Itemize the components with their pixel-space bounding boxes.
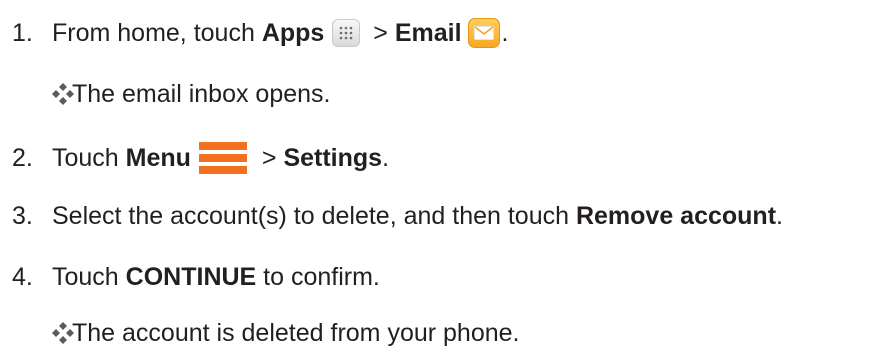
menu-label: Menu [125, 144, 191, 172]
result-text: The email inbox opens. [72, 80, 331, 108]
step-end: . [776, 202, 783, 230]
step-end: . [501, 19, 509, 47]
step-number: 2. [12, 144, 33, 172]
result-1: The email inbox opens. [0, 79, 330, 109]
step-number: 1. [12, 19, 33, 47]
step-number: 3. [12, 202, 33, 230]
settings-label: Settings [283, 144, 383, 172]
continue-label: CONTINUE [125, 263, 257, 291]
step-3: 3. Select the account(s) to delete, and … [0, 201, 783, 231]
diamond-bullet-icon [0, 83, 74, 105]
step-number: 4. [12, 263, 33, 291]
result-2: The account is deleted from your phone. [0, 318, 520, 348]
step-text-end: to confirm. [256, 263, 380, 291]
step-4: 4. Touch CONTINUE to confirm. [0, 262, 380, 292]
step-1: 1. From home, touch Apps > Email . [0, 18, 508, 48]
step-end: . [382, 144, 390, 172]
apps-grid-icon [332, 19, 361, 47]
diamond-bullet-icon [0, 322, 74, 344]
separator: > [254, 144, 284, 172]
step-text: From home, touch [52, 19, 262, 47]
menu-hamburger-icon [198, 140, 247, 176]
step-text: Touch [52, 263, 126, 291]
remove-account-label: Remove account [575, 202, 777, 230]
step-text: Touch [52, 144, 126, 172]
result-text: The account is deleted from your phone. [72, 319, 520, 347]
email-label: Email [394, 19, 462, 47]
apps-label: Apps [261, 19, 325, 47]
step-2: 2. Touch Menu > Settings . [0, 140, 389, 176]
separator: > [366, 19, 395, 47]
email-envelope-icon [467, 18, 500, 48]
step-text: Select the account(s) to delete, and the… [52, 202, 576, 230]
